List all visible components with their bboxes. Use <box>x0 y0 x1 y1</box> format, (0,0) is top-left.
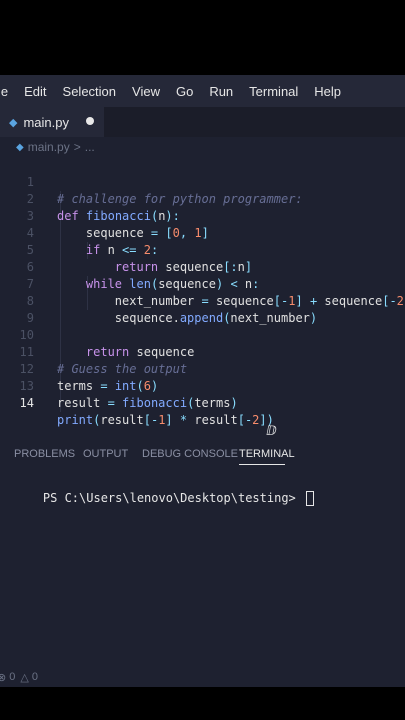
code-line: 3 sequence = [0, 1] <box>0 191 405 240</box>
menu-run[interactable]: Run <box>209 84 233 99</box>
breadcrumb: ◆ main.py > ... <box>16 139 95 155</box>
menu-help[interactable]: Help <box>314 84 341 99</box>
warning-icon[interactable]: △ <box>20 671 28 684</box>
menu-file[interactable]: le <box>0 84 8 99</box>
menu-view[interactable]: View <box>132 84 160 99</box>
unsaved-dot-icon[interactable] <box>86 117 94 125</box>
code-line: 9 <box>0 293 405 325</box>
panel-tabs: PROBLEMS OUTPUT DEBUG CONSOLE TERMINAL <box>0 442 405 468</box>
code-line: 4 if n <= 2: <box>0 208 405 257</box>
tab-debug-console[interactable]: DEBUG CONSOLE <box>142 448 238 460</box>
vscode-window: le Edit Selection View Go Run Terminal H… <box>0 75 405 687</box>
code-line: 8 sequence.append(next_number) <box>0 276 405 325</box>
terminal-prompt: PS C:\Users\lenovo\Desktop\testing> <box>42 491 303 505</box>
status-bar: ⊗ 0 △ 0 <box>0 667 405 687</box>
code-line: 11 # Guess the output <box>0 327 405 376</box>
breadcrumb-file[interactable]: main.py <box>28 140 70 154</box>
breadcrumb-separator: > <box>73 140 81 154</box>
code-line: 10 return sequence <box>0 310 405 359</box>
tab-problems[interactable]: PROBLEMS <box>14 448 75 460</box>
tab-bar: ◆ main.py <box>0 107 405 137</box>
error-count[interactable]: 0 <box>9 671 15 683</box>
menu-bar: le Edit Selection View Go Run Terminal H… <box>0 75 405 107</box>
code-line: 6 while len(sequence) < n: <box>0 242 405 291</box>
tab-output[interactable]: OUTPUT <box>83 448 128 460</box>
code-line-active: 14 print(result[-1] * result[-2]) <box>0 378 405 427</box>
python-file-icon: ◆ <box>9 116 18 129</box>
terminal-cursor <box>306 491 314 506</box>
code-line: 1 # challenge for python programmer: <box>0 157 405 206</box>
line-number: 14 <box>19 396 34 410</box>
code-text: print(result[-1] * result[-2]) <box>57 413 274 427</box>
error-icon[interactable]: ⊗ <box>0 671 6 684</box>
active-tab-underline <box>239 464 285 465</box>
tab-label: main.py <box>23 114 69 130</box>
code-line: 7 next_number = sequence[-1] + sequence[… <box>0 259 405 308</box>
menu-go[interactable]: Go <box>176 84 193 99</box>
menu-selection[interactable]: Selection <box>63 84 116 99</box>
breadcrumb-more[interactable]: ... <box>85 140 95 154</box>
menu-edit[interactable]: Edit <box>24 84 46 99</box>
menu-terminal[interactable]: Terminal <box>249 84 298 99</box>
tab-terminal[interactable]: TERMINAL <box>239 448 295 460</box>
warning-count[interactable]: 0 <box>32 671 38 683</box>
code-line: 2 def fibonacci(n): <box>0 174 405 223</box>
code-line: 13 result = fibonacci(terms) <box>0 361 405 410</box>
tab-main-py[interactable]: ◆ main.py <box>0 107 104 137</box>
text-cursor-icon: ⅅ <box>266 423 277 438</box>
terminal-output[interactable]: PS C:\Users\lenovo\Desktop\testing> <box>14 477 314 520</box>
code-text: result = fibonacci(terms) <box>57 396 238 410</box>
python-file-icon: ◆ <box>16 141 24 153</box>
code-line: 12 terms = int(6) <box>0 344 405 393</box>
code-line: 5 return sequence[:n] <box>0 225 405 274</box>
